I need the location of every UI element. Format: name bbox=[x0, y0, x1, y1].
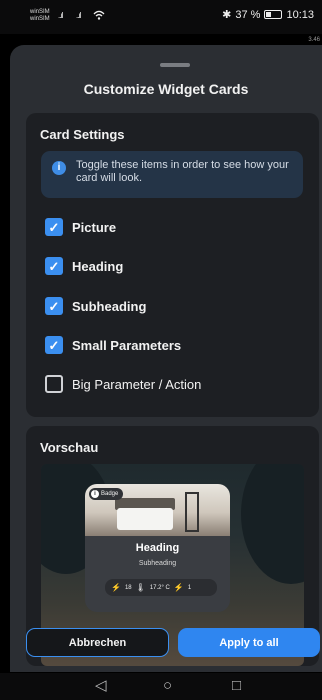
option-label-picture: Picture bbox=[72, 219, 117, 235]
option-label-heading: Heading bbox=[72, 258, 124, 274]
widget-badge: i Badge bbox=[89, 488, 124, 500]
status-right: ✱ 37 % 10:13 bbox=[222, 8, 314, 22]
signal-1-icon: ..ıl bbox=[58, 11, 64, 20]
option-small-parameters[interactable]: ✓ Small Parameters bbox=[45, 335, 181, 355]
widget-small-parameters: ⚡ 18 🌡 17.2° C ⚡ 1 bbox=[105, 579, 217, 596]
battery-percent: 37 % bbox=[235, 8, 261, 21]
option-subheading[interactable]: ✓ Subheading bbox=[45, 296, 146, 316]
info-icon: i bbox=[52, 161, 66, 175]
tree-shape bbox=[241, 464, 304, 584]
widget-subheading: Subheading bbox=[138, 560, 177, 567]
battery-fill bbox=[266, 12, 272, 17]
carrier-2: winSIM bbox=[30, 16, 50, 22]
sheet-title: Customize Widget Cards bbox=[83, 81, 249, 97]
carrier-labels: winSIM winSIM bbox=[30, 9, 50, 23]
back-icon[interactable]: ◁ bbox=[95, 677, 107, 695]
info-text: Toggle these items in order to see how y… bbox=[76, 159, 289, 184]
status-bar: winSIM winSIM ..ıl ..ıl ✱ 37 % 10:13 3.4… bbox=[0, 0, 322, 43]
badge-info-icon: i bbox=[91, 490, 99, 498]
bed-shape bbox=[117, 508, 173, 530]
preview-title: Vorschau bbox=[40, 440, 99, 455]
wifi-icon bbox=[93, 10, 105, 20]
customize-sheet: Customize Widget Cards Card Settings i T… bbox=[10, 45, 322, 672]
shelf-shape bbox=[185, 492, 199, 532]
widget-card-preview: i Badge Heading Subheading ⚡ 18 🌡 17.2° … bbox=[85, 484, 230, 612]
apply-to-all-button[interactable]: Apply to all bbox=[178, 628, 320, 657]
background-version-text: 3.46 bbox=[308, 37, 320, 43]
widget-card-picture: i Badge bbox=[85, 484, 230, 536]
option-heading[interactable]: ✓ Heading bbox=[45, 256, 123, 276]
checkbox-heading[interactable]: ✓ bbox=[45, 257, 63, 275]
param-value-3: 1 bbox=[187, 584, 192, 591]
system-nav-bar: ◁ ○ □ bbox=[0, 673, 322, 700]
option-label-subheading: Subheading bbox=[72, 298, 147, 314]
info-banner: i Toggle these items in order to see how… bbox=[41, 151, 303, 198]
clock: 10:13 bbox=[286, 8, 314, 21]
cancel-button[interactable]: Abbrechen bbox=[26, 628, 169, 657]
bolt-icon: ⚡ bbox=[173, 583, 184, 592]
thermometer-icon: 🌡 bbox=[135, 583, 146, 592]
param-value-1: 18 bbox=[124, 584, 132, 591]
checkbox-picture[interactable]: ✓ bbox=[45, 218, 63, 236]
option-picture[interactable]: ✓ Picture bbox=[45, 217, 116, 237]
card-settings-title: Card Settings bbox=[40, 127, 125, 142]
signal-2-icon: ..ıl bbox=[76, 11, 82, 20]
option-label-small-parameters: Small Parameters bbox=[72, 337, 182, 353]
badge-label: Badge bbox=[101, 491, 119, 497]
home-icon[interactable]: ○ bbox=[163, 677, 172, 695]
option-label-big-parameter: Big Parameter / Action bbox=[72, 376, 202, 392]
checkbox-subheading[interactable]: ✓ bbox=[45, 297, 63, 315]
bolt-icon: ⚡ bbox=[111, 583, 121, 592]
recents-icon[interactable]: □ bbox=[232, 677, 241, 695]
widget-heading: Heading bbox=[135, 542, 180, 554]
carrier-1: winSIM bbox=[30, 9, 50, 15]
drag-handle[interactable] bbox=[160, 63, 190, 67]
option-big-parameter[interactable]: ✓ Big Parameter / Action bbox=[45, 374, 201, 394]
card-settings-section: Card Settings i Toggle these items in or… bbox=[26, 113, 319, 417]
param-value-2: 17.2° C bbox=[149, 584, 170, 591]
battery-icon bbox=[264, 10, 283, 19]
checkbox-big-parameter[interactable]: ✓ bbox=[45, 375, 63, 393]
bluetooth-icon: ✱ bbox=[222, 9, 232, 21]
checkbox-small-parameters[interactable]: ✓ bbox=[45, 336, 63, 354]
